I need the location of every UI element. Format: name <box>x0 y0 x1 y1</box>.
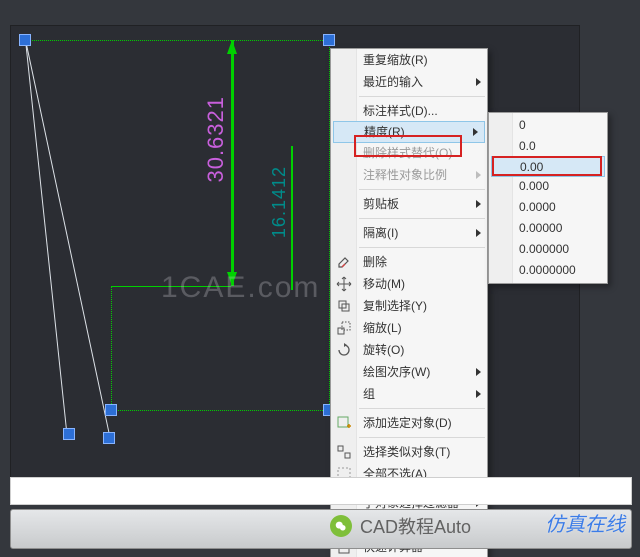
grip-line-end-1[interactable] <box>63 428 75 440</box>
line-2 <box>25 40 110 436</box>
rotate-icon <box>336 342 352 358</box>
dim-line <box>231 40 234 286</box>
label: 0.00000 <box>519 221 562 235</box>
label: 0.0000000 <box>519 263 576 277</box>
label: 旋转(O) <box>363 339 469 361</box>
brand-cn: 仿真在线 <box>545 508 625 537</box>
menu-scale[interactable]: 缩放(L) <box>331 317 487 339</box>
separator <box>359 189 485 190</box>
label: 0.000 <box>519 179 549 193</box>
dotted-bottom <box>111 410 329 411</box>
menu-copy-sel[interactable]: 复制选择(Y) <box>331 295 487 317</box>
precision-1[interactable]: 0.0 <box>489 136 607 157</box>
label: 剪贴板 <box>363 193 469 215</box>
menu-move[interactable]: 移动(M) <box>331 273 487 295</box>
move-icon <box>336 276 352 292</box>
menu-isolate[interactable]: 隔离(I) <box>331 222 487 244</box>
menu-remove-override: 删除样式替代(O) <box>331 142 487 164</box>
precision-6[interactable]: 0.000000 <box>489 239 607 260</box>
menu-draw-order[interactable]: 绘图次序(W) <box>331 361 487 383</box>
precision-submenu[interactable]: 0 0.0 0.00 0.000 0.0000 0.00000 0.000000… <box>488 112 608 284</box>
wechat-icon <box>330 515 352 537</box>
select-similar-icon <box>336 444 352 460</box>
grip-top-right[interactable] <box>323 34 335 46</box>
label: 0.00 <box>520 160 543 174</box>
chevron-right-icon <box>476 200 481 208</box>
label: 精度(R) <box>364 121 466 143</box>
separator <box>359 408 485 409</box>
label: 选择类似对象(T) <box>363 441 469 463</box>
watermark: 1CAE.com <box>161 271 320 305</box>
precision-7[interactable]: 0.0000000 <box>489 260 607 281</box>
label: 0.0 <box>519 139 536 153</box>
label: 组 <box>363 383 469 405</box>
dotted-top <box>25 40 329 41</box>
label: 缩放(L) <box>363 317 469 339</box>
dim-text-primary[interactable]: 30.6321 <box>203 96 229 183</box>
label: 删除样式替代(O) <box>363 142 469 164</box>
menu-erase[interactable]: 删除 <box>331 251 487 273</box>
label: 重复缩放(R) <box>363 49 469 71</box>
chevron-right-icon <box>476 390 481 398</box>
label: 0 <box>519 118 526 132</box>
chevron-right-icon <box>476 368 481 376</box>
precision-2[interactable]: 0.00 <box>491 156 605 177</box>
precision-4[interactable]: 0.0000 <box>489 197 607 218</box>
grip-bottom-left[interactable] <box>105 404 117 416</box>
brand-sub: CAD教程Auto <box>360 513 471 539</box>
add-selected-icon <box>336 415 352 431</box>
menu-recent-input[interactable]: 最近的输入 <box>331 71 487 93</box>
label: 删除 <box>363 251 469 273</box>
label: 移动(M) <box>363 273 469 295</box>
dotted-left <box>111 286 112 410</box>
chevron-right-icon <box>476 229 481 237</box>
command-line[interactable] <box>10 477 632 505</box>
menu-clipboard[interactable]: 剪贴板 <box>331 193 487 215</box>
dim-text-secondary[interactable]: 16.1412 <box>269 166 290 238</box>
label: 绘图次序(W) <box>363 361 469 383</box>
label: 0.000000 <box>519 242 569 256</box>
copy-icon <box>336 298 352 314</box>
menu-add-selected[interactable]: 添加选定对象(D) <box>331 412 487 434</box>
precision-0[interactable]: 0 <box>489 115 607 136</box>
menu-repeat-zoom[interactable]: 重复缩放(R) <box>331 49 487 71</box>
label: 0.0000 <box>519 200 556 214</box>
chevron-right-icon <box>473 128 478 136</box>
menu-group[interactable]: 组 <box>331 383 487 405</box>
menu-dim-style[interactable]: 标注样式(D)... <box>331 100 487 122</box>
menu-anno-scale: 注释性对象比例 <box>331 164 487 186</box>
grip-line-end-2[interactable] <box>103 432 115 444</box>
line-1 <box>25 40 68 438</box>
label: 注释性对象比例 <box>363 164 469 186</box>
label: 隔离(I) <box>363 222 469 244</box>
separator <box>359 247 485 248</box>
separator <box>359 96 485 97</box>
chevron-right-icon <box>476 78 481 86</box>
grip-top-left[interactable] <box>19 34 31 46</box>
precision-3[interactable]: 0.000 <box>489 176 607 197</box>
label: 复制选择(Y) <box>363 295 469 317</box>
arrow-up <box>227 40 237 54</box>
label: 最近的输入 <box>363 71 469 93</box>
menu-select-similar[interactable]: 选择类似对象(T) <box>331 441 487 463</box>
status-bar[interactable] <box>10 509 632 549</box>
dim-line-2 <box>291 146 293 290</box>
menu-precision[interactable]: 精度(R) <box>333 121 485 143</box>
scale-icon <box>336 320 352 336</box>
chevron-right-icon <box>476 171 481 179</box>
menu-rotate[interactable]: 旋转(O) <box>331 339 487 361</box>
separator <box>359 218 485 219</box>
label: 添加选定对象(D) <box>363 412 469 434</box>
erase-icon <box>336 254 352 270</box>
precision-5[interactable]: 0.00000 <box>489 218 607 239</box>
separator <box>359 437 485 438</box>
label: 标注样式(D)... <box>363 100 469 122</box>
